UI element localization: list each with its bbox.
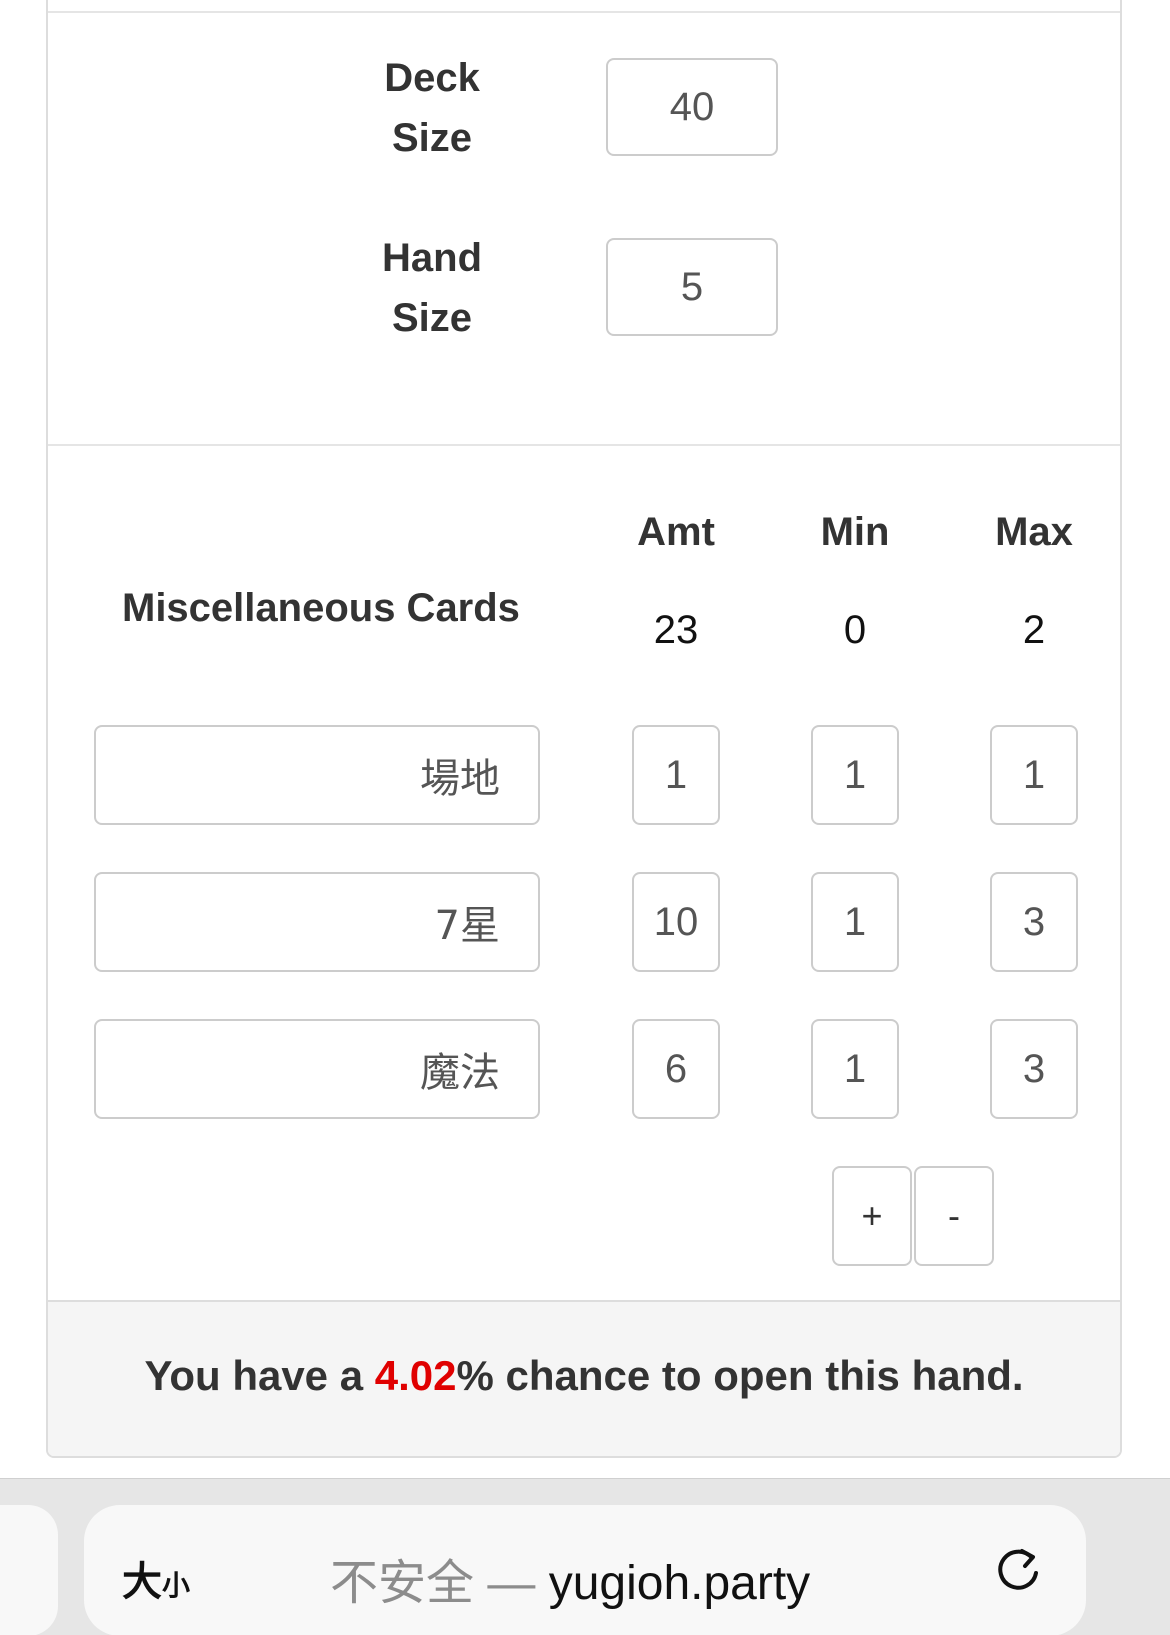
- previous-tab[interactable]: [0, 1505, 58, 1635]
- card-amt-input[interactable]: 10: [632, 872, 720, 972]
- result-suffix: % chance to open this hand.: [456, 1352, 1024, 1399]
- column-header-amt: Amt: [637, 510, 715, 554]
- card-max-input[interactable]: 3: [990, 872, 1078, 972]
- card-name-input[interactable]: 7星: [94, 872, 540, 972]
- reload-icon[interactable]: [992, 1545, 1044, 1597]
- url-separator: —: [474, 1557, 549, 1610]
- card-max-input[interactable]: 3: [990, 1019, 1078, 1119]
- result-footer: You have a 4.02% chance to open this han…: [48, 1300, 1120, 1456]
- deck-size-label: Deck Size: [332, 48, 532, 168]
- result-percent: 4.02: [374, 1352, 457, 1399]
- result-prefix: You have a: [144, 1352, 375, 1399]
- hand-size-label: Hand Size: [332, 228, 532, 348]
- card-min-input[interactable]: 1: [811, 1019, 899, 1119]
- deck-size-input[interactable]: 40: [606, 58, 778, 156]
- misc-amt-value: 23: [653, 608, 699, 652]
- hand-size-input[interactable]: 5: [606, 238, 778, 336]
- remove-card-button[interactable]: -: [914, 1166, 994, 1266]
- text-size-button[interactable]: 大小: [122, 1549, 190, 1607]
- security-status: 不安全: [330, 1555, 475, 1611]
- misc-cards-label: Miscellaneous Cards: [122, 586, 520, 630]
- hand-size-label-line2: Size: [391, 296, 473, 340]
- card-name-input[interactable]: 魔法: [94, 1019, 540, 1119]
- column-header-max: Max: [995, 510, 1073, 554]
- url-host: yugioh.party: [548, 1557, 811, 1610]
- card-name-input[interactable]: 場地: [94, 725, 540, 825]
- card-amt-input[interactable]: 6: [632, 1019, 720, 1119]
- add-card-button[interactable]: +: [832, 1166, 912, 1266]
- card-min-input[interactable]: 1: [811, 872, 899, 972]
- card-max-input[interactable]: 1: [990, 725, 1078, 825]
- text-size-small-glyph: 小: [162, 1569, 191, 1602]
- column-header-min: Min: [820, 510, 890, 554]
- url-display[interactable]: 不安全 — yugioh.party: [330, 1543, 810, 1613]
- calculator-panel: Deck Size 40 Hand Size 5 Amt Min Max Mis…: [46, 0, 1122, 1458]
- browser-toolbar: 大小 不安全 — yugioh.party: [0, 1478, 1170, 1635]
- text-size-big-glyph: 大: [122, 1559, 162, 1605]
- misc-max-value: 2: [1022, 608, 1046, 652]
- page: Deck Size 40 Hand Size 5 Amt Min Max Mis…: [0, 0, 1170, 1635]
- hand-size-label-line1: Hand: [382, 236, 482, 280]
- address-bar[interactable]: 大小 不安全 — yugioh.party: [84, 1505, 1086, 1635]
- divider: [48, 444, 1120, 446]
- divider: [48, 11, 1120, 13]
- deck-size-label-line2: Size: [391, 116, 473, 160]
- card-min-input[interactable]: 1: [811, 725, 899, 825]
- card-amt-input[interactable]: 1: [632, 725, 720, 825]
- deck-size-label-line1: Deck: [384, 56, 480, 100]
- misc-min-value: 0: [843, 608, 867, 652]
